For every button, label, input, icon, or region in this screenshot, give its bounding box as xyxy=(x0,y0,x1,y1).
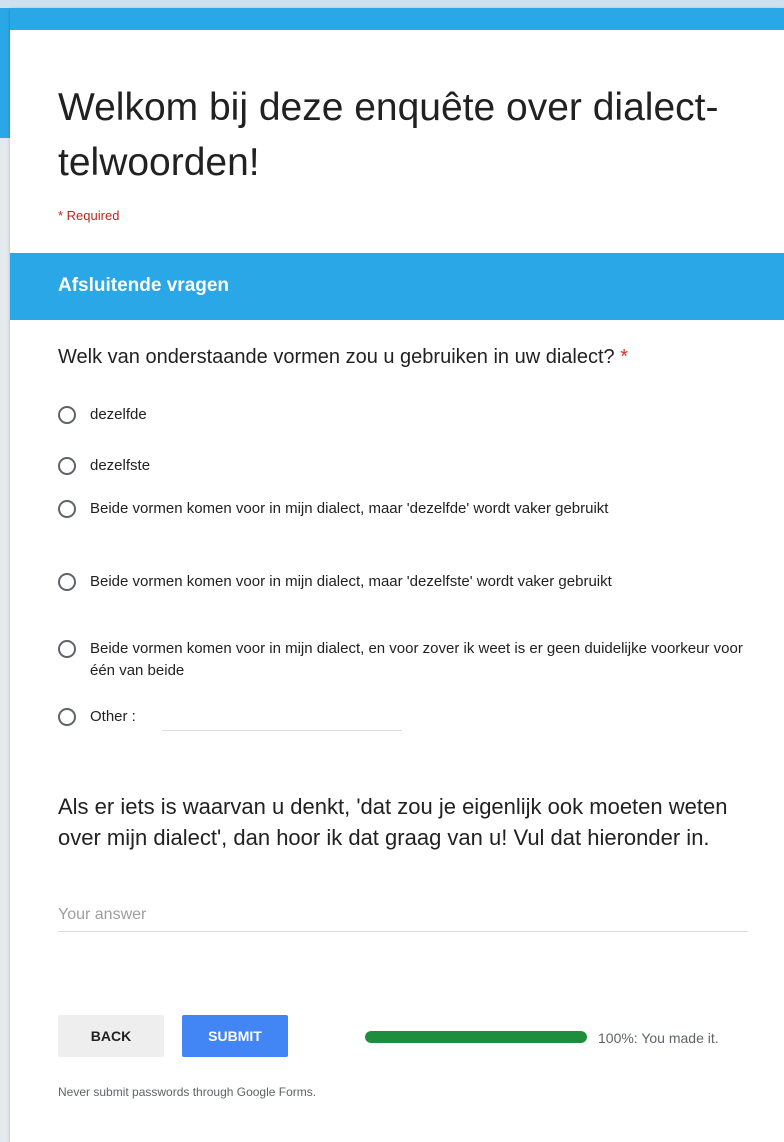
option-label: dezelfste xyxy=(90,457,151,474)
progress-bar xyxy=(365,1031,587,1043)
answer-placeholder: Your answer xyxy=(58,906,147,923)
radio-button[interactable] xyxy=(58,500,76,518)
required-asterisk: * xyxy=(620,346,628,368)
option-label: Beide vormen komen voor in mijn dialect,… xyxy=(90,500,609,517)
submit-button[interactable]: SUBMIT xyxy=(182,1015,288,1057)
option-label: Beide vormen komen voor in mijn dialect,… xyxy=(90,573,612,590)
question-1-text: Welk van onderstaande vormen zou u gebru… xyxy=(58,346,615,368)
radio-button[interactable] xyxy=(58,457,76,475)
radio-button[interactable] xyxy=(58,573,76,591)
card-top-border xyxy=(10,8,784,30)
top-bar xyxy=(0,0,784,8)
radio-button[interactable] xyxy=(58,708,76,726)
progress-text: 100%: You made it. xyxy=(598,1030,719,1046)
accent-strip xyxy=(0,8,10,138)
section-title: Afsluitende vragen xyxy=(58,275,230,296)
required-note: * Required xyxy=(58,208,120,223)
section-header: Afsluitende vragen xyxy=(10,253,784,320)
radio-button[interactable] xyxy=(58,406,76,424)
progress-fill xyxy=(365,1031,587,1043)
form-card: Welkom bij deze enquête over dialect-tel… xyxy=(10,8,784,1142)
form-title: Welkom bij deze enquête over dialect-tel… xyxy=(58,86,719,184)
question-2-title: Als er iets is waarvan u denkt, 'dat zou… xyxy=(58,794,728,850)
footer-note: Never submit passwords through Google Fo… xyxy=(58,1085,317,1099)
option-label: Beide vormen komen voor in mijn dialect,… xyxy=(90,640,743,679)
option-label: Other : xyxy=(90,708,136,725)
answer-input[interactable]: Your answer xyxy=(58,901,748,932)
question-1-title: Welk van onderstaande vormen zou u gebru… xyxy=(58,346,778,369)
back-button[interactable]: BACK xyxy=(58,1015,164,1057)
option-label: dezelfde xyxy=(90,406,147,423)
other-text-input[interactable] xyxy=(162,730,402,731)
radio-button[interactable] xyxy=(58,640,76,658)
